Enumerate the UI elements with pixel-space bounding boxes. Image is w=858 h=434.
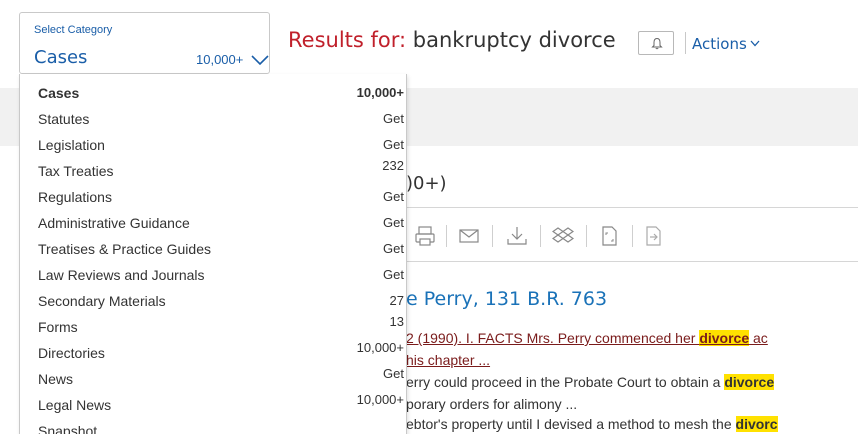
category-option-label: Tax Treaties (38, 163, 114, 179)
expand-icon[interactable] (598, 225, 620, 247)
snippet-text: ebtor's property until I devised a metho… (406, 416, 736, 432)
category-option-label: Cases (38, 85, 80, 101)
bell-icon (651, 37, 663, 50)
category-option-label: News (38, 371, 74, 387)
category-option-directories[interactable]: Directories 10,000+ (20, 340, 404, 366)
category-dropdown: Cases 10,000+ Statutes Get Legislation G… (19, 74, 407, 434)
snippet-highlight: divorc (735, 416, 778, 432)
category-option-label: Regulations (38, 189, 112, 205)
category-option-news[interactable]: News Get (20, 366, 404, 392)
category-option-label: Snapshot (38, 423, 98, 434)
category-option-label: Administrative Guidance (38, 215, 190, 231)
category-option-count: Get (383, 366, 404, 381)
search-query: bankruptcy divorce (412, 28, 616, 52)
category-option-regulations[interactable]: Regulations Get (20, 184, 404, 210)
category-option-count: Get (383, 215, 404, 230)
results-toolbar (406, 207, 858, 262)
category-option-count: Get (383, 267, 404, 282)
category-option-count: 10,000+ (356, 85, 404, 100)
category-option-count: 232 (382, 158, 404, 173)
snippet-text: 2 (1990). I. FACTS Mrs. Perry commenced … (406, 330, 700, 346)
header-divider (685, 32, 686, 54)
category-option-snapshot[interactable]: Snapshot (20, 418, 404, 434)
result-snippet: porary orders for alimony ... (406, 396, 578, 412)
category-option-count: Get (383, 189, 404, 204)
category-option-label: Statutes (38, 111, 90, 127)
category-option-count: 27 (389, 293, 404, 308)
toolbar-divider (586, 225, 587, 247)
category-option-label: Directories (38, 345, 105, 361)
category-option-administrative-guidance[interactable]: Administrative Guidance Get (20, 210, 404, 236)
toolbar-divider (492, 225, 493, 247)
toolbar-divider (446, 225, 447, 247)
export-icon[interactable] (642, 225, 664, 247)
result-snippet-link[interactable]: his chapter ... (406, 352, 490, 368)
result-snippet: ebtor's property until I devised a metho… (406, 416, 778, 432)
results-heading: Results for: bankruptcy divorce (288, 28, 616, 52)
email-icon[interactable] (458, 225, 480, 247)
chevron-down-icon (251, 55, 269, 66)
category-option-count: 10,000+ (356, 392, 404, 407)
category-option-treatises[interactable]: Treatises & Practice Guides Get (20, 236, 404, 262)
alert-button[interactable] (638, 31, 674, 55)
dropbox-icon[interactable] (552, 225, 574, 247)
category-option-count: 13 (389, 314, 404, 329)
category-option-legal-news[interactable]: Legal News 10,000+ (20, 392, 404, 418)
results-prefix: Results for: (288, 28, 407, 52)
category-option-label: Legal News (38, 397, 112, 413)
download-icon[interactable] (506, 225, 528, 247)
category-option-statutes[interactable]: Statutes Get (20, 106, 404, 132)
category-option-label: Secondary Materials (38, 293, 166, 309)
snippet-highlight: divorce (724, 374, 775, 390)
chevron-down-icon (750, 40, 760, 47)
category-option-label: Treatises & Practice Guides (38, 241, 211, 257)
toolbar-divider (540, 225, 541, 247)
category-option-cases[interactable]: Cases 10,000+ (20, 80, 404, 106)
category-option-count: Get (383, 137, 404, 152)
category-selector[interactable]: Select Category Cases 10,000+ (19, 12, 270, 74)
snippet-highlight: divorce (699, 330, 750, 346)
category-option-forms[interactable]: Forms 13 (20, 314, 404, 340)
category-selector-value: Cases (34, 47, 88, 68)
category-option-label: Legislation (38, 137, 105, 153)
actions-label: Actions (692, 35, 747, 53)
category-selector-label: Select Category (34, 24, 113, 36)
category-option-count: Get (383, 111, 404, 126)
snippet-text: ac (749, 330, 768, 346)
actions-menu[interactable]: Actions (692, 35, 760, 53)
print-icon[interactable] (414, 225, 436, 247)
category-option-legislation[interactable]: Legislation Get (20, 132, 404, 158)
result-title-link[interactable]: e Perry, 131 B.R. 763 (406, 288, 607, 310)
category-option-label: Law Reviews and Journals (38, 267, 205, 283)
category-option-secondary-materials[interactable]: Secondary Materials 27 (20, 288, 404, 314)
category-option-tax-treaties[interactable]: Tax Treaties 232 (20, 158, 404, 184)
snippet-text: erry could proceed in the Probate Court … (406, 374, 725, 390)
category-selector-count: 10,000+ (196, 52, 244, 67)
category-option-count: 10,000+ (356, 340, 404, 355)
result-count: )0+) (406, 173, 447, 194)
toolbar-divider (632, 225, 633, 247)
category-option-law-reviews[interactable]: Law Reviews and Journals Get (20, 262, 404, 288)
result-snippet: erry could proceed in the Probate Court … (406, 374, 775, 390)
category-option-label: Forms (38, 319, 78, 335)
result-snippet-link[interactable]: 2 (1990). I. FACTS Mrs. Perry commenced … (406, 330, 768, 346)
category-option-count: Get (383, 241, 404, 256)
